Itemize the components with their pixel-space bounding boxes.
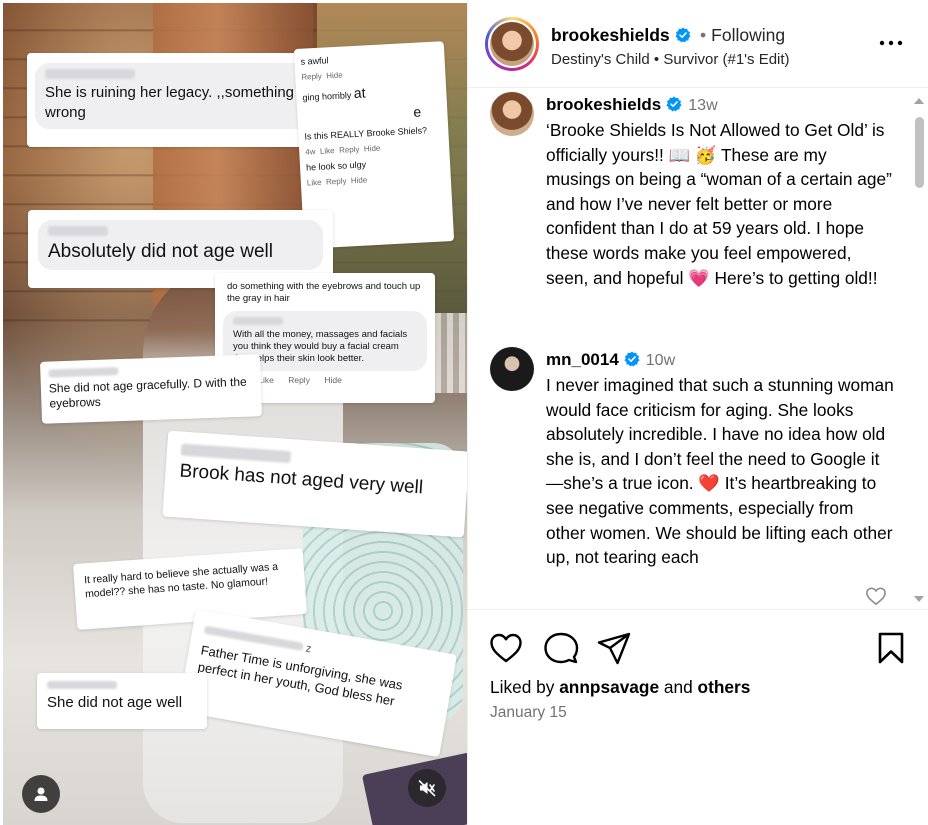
overlay-comment-text: e	[412, 103, 422, 120]
like-heart-icon[interactable]	[488, 630, 524, 666]
overlay-comment-meta: Reply	[288, 375, 310, 385]
liked-by-prefix: Liked by	[490, 677, 555, 697]
post-date[interactable]: January 15	[490, 704, 567, 722]
comment-text: I never imagined that such a stunning wo…	[546, 375, 894, 568]
save-bookmark-icon[interactable]	[873, 630, 909, 666]
overlay-comment-text: ging horribly	[302, 90, 352, 103]
comment-like-heart-icon[interactable]	[865, 586, 887, 606]
commenter-avatar[interactable]	[490, 347, 534, 391]
overlay-comment-meta: Hide	[324, 375, 342, 385]
more-options-icon[interactable]	[876, 36, 906, 50]
caption-username[interactable]: brookeshields 13w	[546, 95, 718, 115]
scrollbar-thumb[interactable]	[915, 117, 924, 188]
post-header: brookeshields • Following Destiny's Child…	[468, 0, 928, 88]
post-details-panel: brookeshields • Following Destiny's Child…	[467, 0, 928, 825]
share-paper-plane-icon[interactable]	[596, 630, 632, 666]
overlay-comment-text: With all the money, massages and facials…	[233, 329, 408, 364]
overlay-comment-text: She did not age gracefully. D with the e…	[48, 374, 247, 411]
liked-by-others-link[interactable]: others	[698, 677, 751, 697]
liked-by-user-link[interactable]: annpsavage	[559, 677, 659, 697]
scroll-up-arrow-icon[interactable]	[913, 95, 925, 107]
author-username[interactable]: brookeshields	[551, 25, 691, 46]
author-avatar-story-ring[interactable]	[485, 17, 539, 71]
overlay-comment-text: It really hard to believe she actually w…	[83, 560, 279, 601]
user-icon	[34, 787, 48, 801]
overlay-comment-meta: Reply	[338, 144, 360, 155]
comments-scroll-area[interactable]: brookeshields 13w ‘Brooke Shields Is Not…	[468, 89, 928, 610]
overlay-comment-meta: Like	[306, 177, 322, 188]
post-media[interactable]: She is ruining her legacy. ,,something i…	[3, 3, 467, 825]
verified-badge-icon	[675, 27, 691, 43]
follow-status[interactable]: • Following	[700, 25, 785, 46]
overlay-comment-meta: Reply	[301, 71, 323, 82]
overlay-comment-meta: Like	[319, 146, 335, 156]
overlay-comment-name-fragment: z	[304, 642, 313, 656]
overlay-comment-text: s awful	[300, 55, 329, 67]
overlay-comment-meta: Hide	[363, 143, 381, 154]
overlay-comment-card: She did not age well	[37, 673, 207, 729]
overlay-comment-meta: Reply	[325, 176, 347, 187]
overlay-comment-card: She did not age gracefully. D with the e…	[39, 354, 263, 424]
author-avatar	[490, 22, 534, 66]
scroll-down-arrow-icon[interactable]	[913, 593, 925, 605]
audio-track-link[interactable]: Destiny's Child • Survivor (#1's Edit)	[551, 51, 790, 68]
liked-by-and: and	[663, 677, 693, 697]
comment-item: mn_0014 10w I never imagined that such a…	[490, 347, 900, 609]
overlay-comment-meta: 4w	[305, 147, 316, 157]
overlay-comment-meta: Hide	[350, 175, 368, 186]
commenter-username[interactable]: mn_0014 10w	[546, 350, 675, 370]
overlay-comment-text: She did not age well	[47, 694, 183, 711]
caption-username-text[interactable]: brookeshields	[546, 95, 661, 114]
overlay-comment-text: She is ruining her legacy. ,,something i…	[45, 84, 310, 121]
liked-by-summary: Liked by annpsavage and others	[490, 677, 750, 698]
caption-author-avatar[interactable]	[490, 92, 534, 136]
caption-text: ‘Brooke Shields Is Not Allowed to Get Ol…	[546, 120, 892, 288]
overlay-comment-text: do something with the eyebrows and touch…	[227, 281, 421, 304]
mute-button[interactable]	[408, 769, 446, 807]
overlay-comment-text: at	[353, 84, 366, 101]
verified-badge-icon	[666, 96, 682, 112]
overlay-comment-text: Absolutely did not age well	[48, 241, 273, 262]
user-tag-button[interactable]	[22, 775, 60, 813]
verified-badge-icon	[624, 351, 640, 367]
caption-entry: brookeshields 13w ‘Brooke Shields Is Not…	[490, 92, 900, 322]
overlay-comment-text: Brook has not aged very well	[178, 460, 424, 499]
overlay-comment-text: he look so ulgy	[305, 159, 367, 173]
comment-timestamp[interactable]: 10w	[646, 352, 675, 369]
comment-bubble-icon[interactable]	[543, 630, 579, 666]
caption-timestamp[interactable]: 13w	[688, 97, 717, 114]
follow-status-label[interactable]: Following	[711, 25, 785, 45]
post-action-bar	[468, 612, 928, 682]
overlay-comment-text: Is this REALLY Brooke Shiels?	[304, 125, 428, 142]
commenter-username-text[interactable]: mn_0014	[546, 350, 619, 369]
speaker-muted-icon	[418, 780, 436, 797]
overlay-comment-meta: Hide	[325, 70, 343, 81]
author-username-text[interactable]: brookeshields	[551, 25, 670, 45]
overlay-comment-card: She is ruining her legacy. ,,something i…	[27, 53, 337, 147]
